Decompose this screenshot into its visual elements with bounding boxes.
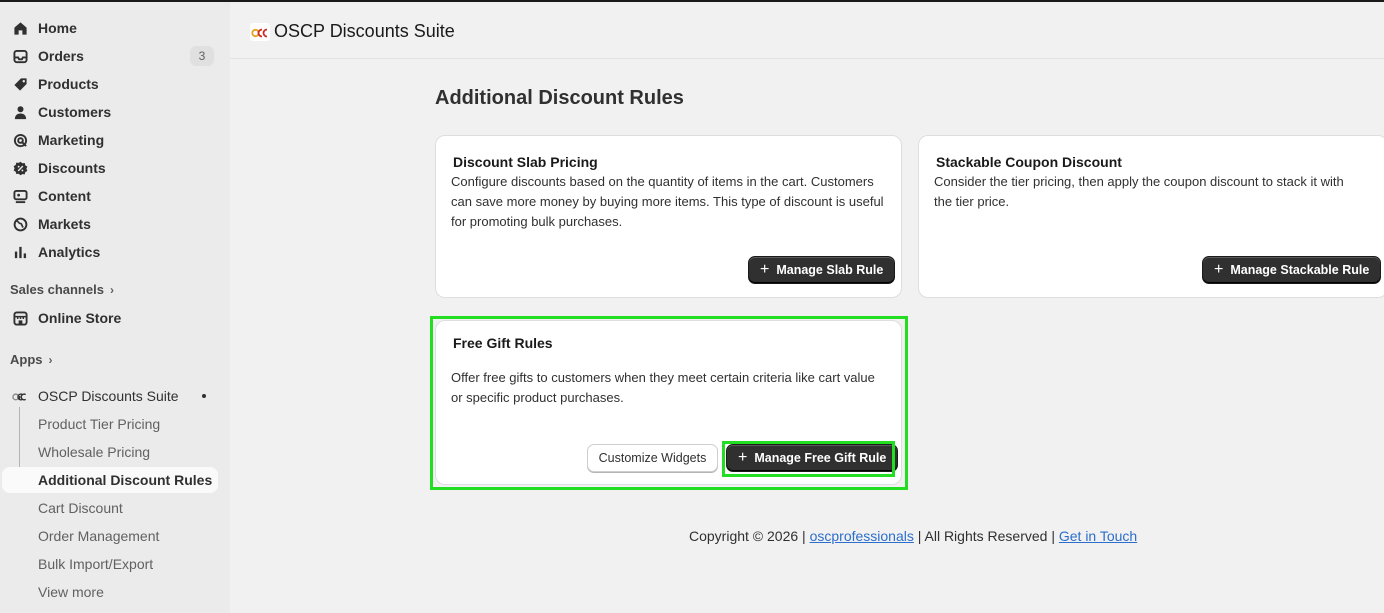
discount-icon [12,160,28,176]
card-description: Configure discounts based on the quantit… [451,172,884,232]
manage-slab-rule-button[interactable]: + Manage Slab Rule [748,256,896,284]
bar-chart-icon [12,244,28,260]
sidebar-item-label: Orders [38,48,84,64]
manage-stackable-rule-button[interactable]: + Manage Stackable Rule [1202,256,1382,284]
sidebar-item-label: Analytics [38,244,101,260]
card-description: Consider the tier pricing, then apply th… [934,172,1344,212]
chevron-right-icon: › [109,282,114,297]
slab-pricing-card: Discount Slab Pricing Configure discount… [435,135,902,298]
get-in-touch-link[interactable]: Get in Touch [1059,528,1137,544]
sidebar-item-label: Marketing [38,132,105,148]
sidebar-subitem-label: Bulk Import/Export [38,556,154,572]
sidebar-subitem-label: Additional Discount Rules [38,472,213,488]
sidebar-item-home[interactable]: Home [0,14,230,42]
sidebar-item-label: Markets [38,216,91,232]
sidebar-subitem-cart-discount[interactable]: Cart Discount [2,495,218,521]
plus-icon: + [760,261,770,278]
card-title: Stackable Coupon Discount [936,154,1122,170]
sales-channels-label: Sales channels [10,282,104,297]
footer-rights: | All Rights Reserved | [913,528,1059,544]
app-logo-icon [12,388,28,404]
sidebar-subitem-bulk-import-export[interactable]: Bulk Import/Export [2,551,218,577]
sidebar-item-label: Discounts [38,160,106,176]
sidebar-item-orders[interactable]: Orders 3 [0,42,230,70]
button-label: Manage Slab Rule [776,263,884,277]
globe-icon [12,216,28,232]
sidebar-subitem-order-management[interactable]: Order Management [2,523,218,549]
sidebar-item-label: Home [38,20,77,36]
stackable-coupon-card: Stackable Coupon Discount Consider the t… [918,135,1384,298]
sidebar-item-marketing[interactable]: Marketing [0,126,230,154]
footer: Copyright © 2026 | oscprofessionals | Al… [689,528,1137,544]
card-desc-line: Configure discounts based on the quantit… [451,174,874,189]
sidebar-subitem-label: Wholesale Pricing [38,444,151,460]
sidebar-item-analytics[interactable]: Analytics [0,238,230,266]
sidebar-subitem-label: Order Management [38,528,160,544]
orders-count-badge: 3 [190,46,214,66]
plus-icon: + [1214,261,1224,278]
sidebar-item-content[interactable]: Content [0,182,230,210]
sidebar-subitem-product-tier-pricing[interactable]: Product Tier Pricing [2,411,218,437]
app-title: OSCP Discounts Suite [274,21,455,41]
card-desc-line: for promoting bulk purchases. [451,214,623,229]
sidebar-item-markets[interactable]: Markets [0,210,230,238]
app-header: OSCP Discounts Suite [230,2,1384,59]
apps-label: Apps [10,352,43,367]
sidebar-item-customers[interactable]: Customers [0,98,230,126]
highlight-box-button [722,441,895,477]
sidebar-subitem-label: View more [38,584,104,600]
page-title: Additional Discount Rules [435,87,684,109]
sidebar-item-oscp-app[interactable]: OSCP Discounts Suite [0,382,230,410]
person-icon [12,104,28,120]
button-label: Manage Stackable Rule [1230,263,1370,277]
sidebar-subitem-label: Cart Discount [38,500,123,516]
oscprofessionals-link[interactable]: oscprofessionals [810,528,914,544]
sidebar-subitem-view-more[interactable]: View more [2,579,218,605]
sidebar-item-online-store[interactable]: Online Store [0,304,230,332]
app-logo-icon [250,23,270,41]
card-title: Discount Slab Pricing [453,154,598,170]
sidebar: Home Orders 3 Products Customers Marketi… [0,2,230,613]
sidebar-subitem-label: Product Tier Pricing [38,416,161,432]
sidebar-item-label: OSCP Discounts Suite [38,388,179,404]
sidebar-subitem-additional-discount-rules[interactable]: Additional Discount Rules [2,467,218,493]
sidebar-item-label: Customers [38,104,112,120]
apps-heading[interactable]: Apps › [10,352,53,367]
orders-icon [12,48,28,64]
sidebar-subitem-wholesale-pricing[interactable]: Wholesale Pricing [2,439,218,465]
card-desc-line: the tier price. [934,194,1010,209]
sidebar-item-label: Products [38,76,99,92]
card-desc-line: can save more money by buying more items… [451,194,884,209]
store-icon [12,310,28,326]
content-icon [12,188,28,204]
chevron-right-icon: › [48,352,53,367]
target-icon [12,132,28,148]
tag-icon [12,76,28,92]
sidebar-item-label: Content [38,188,91,204]
sales-channels-heading[interactable]: Sales channels › [10,282,114,297]
home-icon [12,20,28,36]
footer-copyright: Copyright © 2026 | [689,528,810,544]
card-desc-line: Consider the tier pricing, then apply th… [934,174,1344,189]
sidebar-item-products[interactable]: Products [0,70,230,98]
sidebar-item-discounts[interactable]: Discounts [0,154,230,182]
sidebar-item-label: Online Store [38,310,122,326]
unread-dot [202,394,206,398]
